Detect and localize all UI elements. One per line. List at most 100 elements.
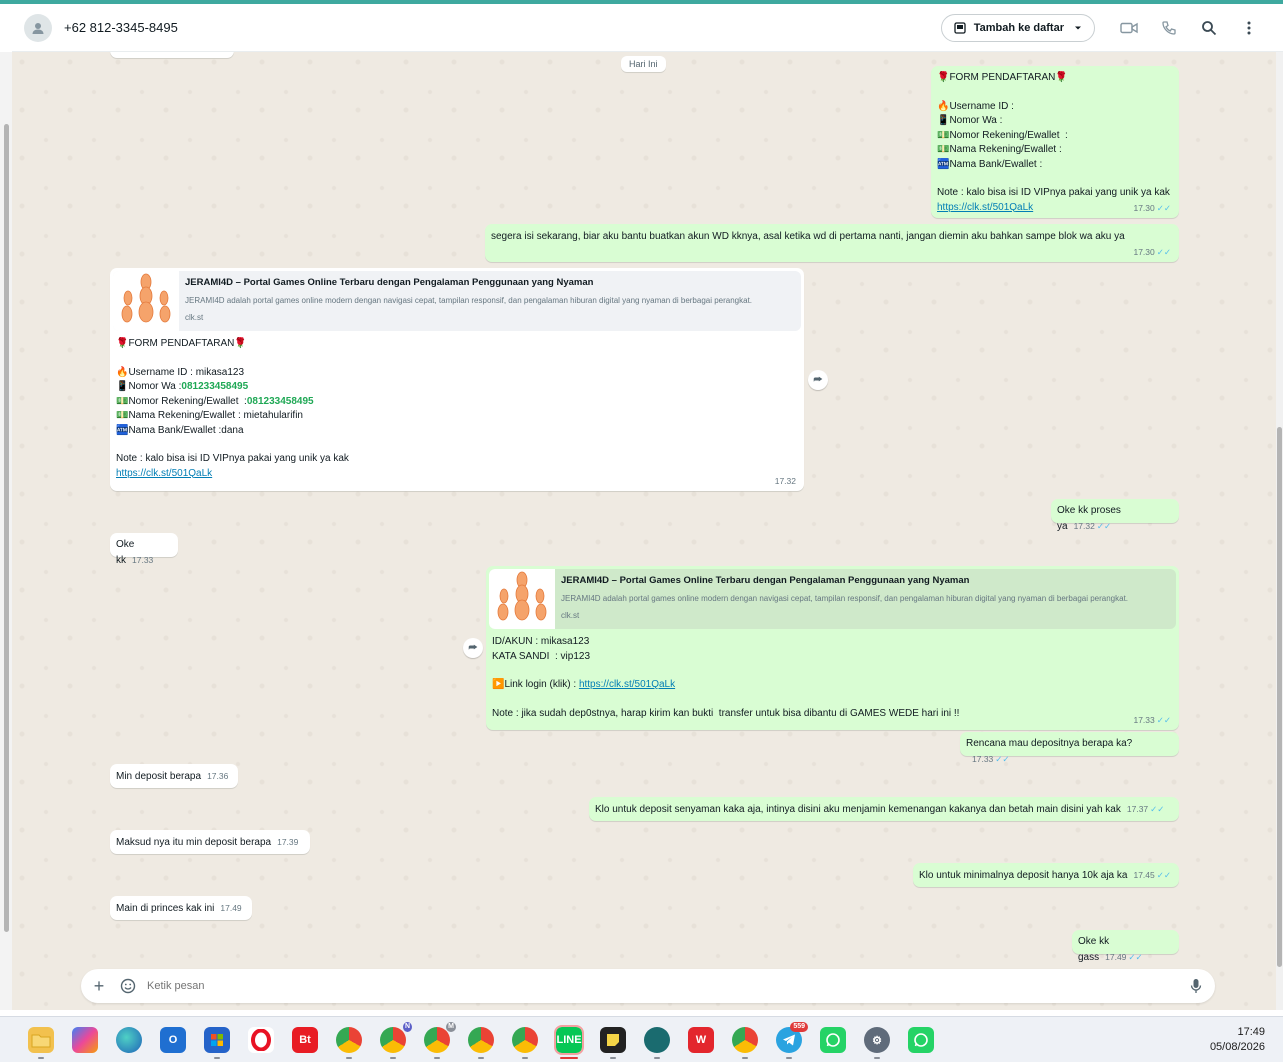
message-time: 17.33 [1133,714,1155,725]
plus-icon: + [93,975,105,996]
message-meta: 17.49 ✓✓ [1105,952,1143,962]
file-explorer-icon[interactable] [28,1027,54,1053]
clock-date: 05/08/2026 [1209,1041,1265,1053]
message-time: 17.33 [972,753,994,764]
message-bubble-incoming[interactable]: Maksud nya itu min deposit berapa 17.39 [110,830,310,854]
wps-office-icon[interactable]: W [688,1027,714,1053]
video-icon [1120,22,1138,34]
chrome-profile-icon[interactable] [468,1027,494,1053]
message-bubble-incoming[interactable]: Oke kk 17.33 [110,533,178,566]
message-line: 📱Nomor Wa :081233458495 [116,381,249,392]
message-link[interactable]: https://clk.st/501QaLk [937,202,1033,213]
message-bubble-outgoing[interactable]: Oke kk proses ya 17.32 ✓✓ [1051,499,1179,532]
microphone-icon [1190,979,1202,993]
sticky-notes-icon[interactable] [600,1027,626,1053]
voice-call-button[interactable] [1149,14,1189,42]
menu-button[interactable] [1229,14,1269,42]
contact-avatar[interactable] [24,13,52,42]
message-meta: 17.49 [220,903,241,913]
message-bubble-outgoing[interactable]: Rencana mau depositnya berapa ka? 17.33 ✓✓ [960,732,1179,764]
copilot-icon[interactable] [72,1027,98,1053]
wheat-logo-icon [121,273,171,323]
caret-down-icon [1075,26,1081,30]
add-to-list-label: Tambah ke daftar [973,22,1064,34]
message-meta: 17.45 ✓✓ [1133,870,1171,880]
message-line: 🏧Nama Bank/Ewallet :dana [116,424,244,436]
message-bubble-incoming[interactable]: Min deposit berapa 17.36 [110,764,238,788]
link-preview-text: JERAMI4D – Portal Games Online Terbaru d… [179,271,758,331]
link-preview-image [489,569,555,629]
add-to-list-button[interactable]: Tambah ke daftar [940,14,1095,42]
whatsapp-icon[interactable] [908,1027,934,1053]
outlook-icon[interactable]: O [160,1027,186,1053]
phone-number-link[interactable]: 081233458495 [181,381,248,392]
phone-number-link[interactable]: 081233458495 [247,396,314,407]
gitkraken-icon[interactable] [644,1027,670,1053]
chrome-profile-m-icon[interactable]: M [424,1022,456,1053]
edge-browser-icon[interactable] [116,1027,142,1053]
forward-button[interactable]: ⮫ [808,370,828,390]
message-line: ▶️Link login (klik) : https://clk.st/501… [492,679,676,690]
chrome-icon[interactable] [336,1027,362,1053]
chrome-profile-icon[interactable] [732,1027,758,1053]
system-clock[interactable]: 17:49 05/08/2026 [1210,1025,1265,1055]
message-link[interactable]: https://clk.st/501QaLk [116,468,212,479]
message-meta: 17.37 ✓✓ [1127,804,1165,814]
message-line: https://clk.st/501QaLk [116,467,798,482]
voice-message-button[interactable] [1177,978,1215,994]
phone-emoji: 📱 [116,381,129,392]
left-scrollbar[interactable] [0,52,12,1010]
link-preview-title: JERAMI4D – Portal Games Online Terbaru d… [185,277,594,288]
header-actions: Tambah ke daftar [940,14,1269,42]
money-emoji: 💵 [937,144,950,155]
money-emoji: 💵 [116,410,129,421]
message-line: 💵Nama Rekening/Ewallet : mietahularifin [116,410,303,421]
message-input[interactable] [147,980,1177,992]
emoji-button[interactable] [117,978,139,994]
phone-icon [1162,21,1176,35]
chrome-profile-icon[interactable] [512,1027,538,1053]
message-bubble-outgoing[interactable]: Oke kk gass 17.49 ✓✓ [1072,930,1179,963]
store-icon[interactable] [204,1027,230,1053]
line-app-icon[interactable]: LINE [554,1025,584,1055]
settings-gear-icon[interactable]: ⚙ [864,1027,890,1053]
chrome-profile-n-icon[interactable]: N [380,1022,412,1053]
bt-label: Bt [299,1034,311,1046]
search-icon [1202,21,1217,36]
message-bubble-outgoing[interactable]: 🌹FORM PENDAFTARAN🌹 🔥Username ID : 📱Nomor… [931,66,1179,218]
message-time: 17.36 [207,771,229,781]
message-bubble-outgoing[interactable]: Klo untuk minimalnya deposit hanya 10k a… [913,863,1179,887]
read-ticks-icon: ✓✓ [1156,714,1171,725]
message-bubble-outgoing[interactable]: segera isi sekarang, biar aku bantu buat… [485,224,1179,262]
message-line: 💵Nama Rekening/Ewallet : [937,144,1062,155]
phone-emoji: 📱 [937,115,950,126]
chat-scrollbar[interactable] [1276,52,1283,1010]
link-preview[interactable]: JERAMI4D – Portal Games Online Terbaru d… [113,271,801,331]
bittorrent-icon[interactable]: Bt [292,1027,318,1053]
whatsapp-icon[interactable] [820,1027,846,1053]
message-bubble-outgoing[interactable]: Klo untuk deposit senyaman kaka aja, int… [589,797,1179,821]
message-text: Rencana mau depositnya berapa ka? [966,738,1133,749]
chat-area: Hari Ini 🌹FORM PENDAFTARAN🌹 🔥Username ID… [12,52,1283,1010]
attach-button[interactable]: + [81,976,117,997]
message-bubble-outgoing[interactable]: JERAMI4D – Portal Games Online Terbaru d… [486,566,1179,730]
fire-emoji: 🔥 [116,366,129,378]
message-bubble-incoming[interactable]: Main di princes kak ini 17.49 [110,896,252,920]
message-bubble-incoming[interactable]: JERAMI4D – Portal Games Online Terbaru d… [110,268,804,491]
message-time: 17.39 [277,837,299,847]
taskbar: O Bt N M LINE W 559 ⚙ 17:49 05/08/2026 [0,1016,1283,1062]
video-call-button[interactable] [1109,14,1149,42]
message-meta: 17.32 [775,474,796,489]
message-time: 17.30 [1133,246,1155,257]
search-button[interactable] [1189,14,1229,42]
notification-badge: 559 [790,1022,808,1032]
telegram-icon[interactable]: 559 [776,1022,808,1053]
opera-icon[interactable] [248,1027,274,1053]
chat-scrollbar-thumb[interactable] [1277,427,1282,967]
message-link[interactable]: https://clk.st/501QaLk [579,679,675,690]
contact-name[interactable]: +62 812-3345-8495 [64,20,178,35]
link-preview[interactable]: JERAMI4D – Portal Games Online Terbaru d… [489,569,1176,629]
forward-button[interactable]: ⮫ [463,638,483,658]
read-ticks-icon: ✓✓ [1156,246,1171,257]
left-scrollbar-thumb[interactable] [4,124,9,932]
